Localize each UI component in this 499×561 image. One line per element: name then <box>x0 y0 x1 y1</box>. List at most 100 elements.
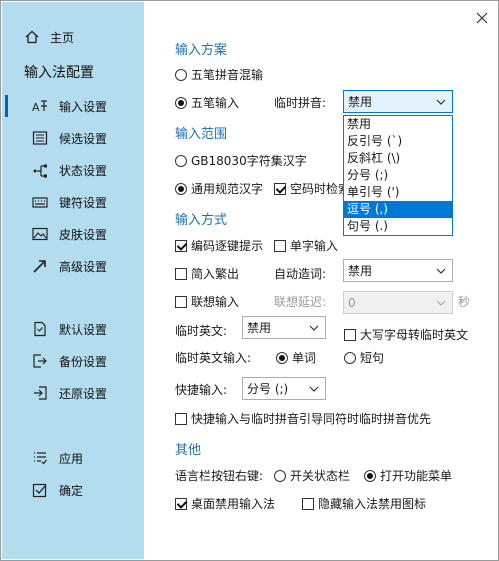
radio-word[interactable]: 单词 <box>276 349 316 366</box>
radio-button[interactable] <box>344 351 356 364</box>
status-icon <box>32 162 48 178</box>
ok-label: 确定 <box>59 483 84 498</box>
temp-en-select[interactable]: 禁用 <box>242 316 326 339</box>
document-icon <box>32 321 48 337</box>
sidebar-item-advanced-settings[interactable]: 高级设置 <box>2 253 144 279</box>
radio-button[interactable] <box>364 469 376 482</box>
checkbox-encode-hint[interactable]: 编码逐键提示 <box>175 237 263 254</box>
dropdown-option[interactable]: 反斜杠 (\) <box>344 150 452 167</box>
checkbox-caps-to-en[interactable]: 大写字母转临时英文 <box>344 326 468 343</box>
select-value: 0 <box>348 295 356 310</box>
checkbox[interactable] <box>175 412 187 425</box>
sidebar-item-label: 默认设置 <box>59 322 108 337</box>
quick-input-select[interactable]: 分号 (;) <box>242 377 326 400</box>
export-icon <box>32 353 48 369</box>
quick-input-label: 快捷输入: <box>175 383 228 397</box>
checkbox-label: 简入繁出 <box>191 267 240 281</box>
sidebar-item-default-settings[interactable]: 默认设置 <box>2 316 144 342</box>
radio-wubi-pinyin[interactable]: 五笔拼音混输 <box>175 66 263 83</box>
sidebar-item-label: 键符设置 <box>59 195 108 210</box>
sidebar-item-input-settings[interactable]: A 输入设置 <box>2 93 144 119</box>
checkbox-quick-priority[interactable]: 快捷输入与临时拼音引导同符时临时拼音优先 <box>175 410 431 427</box>
section-header-scheme: 输入方案 <box>175 43 228 58</box>
temp-en-label: 临时英文: <box>175 324 228 338</box>
assoc-delay-select[interactable]: 0 <box>343 291 453 314</box>
radio-sentence[interactable]: 短句 <box>344 349 384 366</box>
checkbox-assoc-input[interactable]: 联想输入 <box>175 293 239 310</box>
chevron-down-icon <box>436 300 446 306</box>
select-value: 禁用 <box>348 264 373 278</box>
apply-button[interactable]: 应用 <box>2 445 144 471</box>
chevron-down-icon <box>436 99 446 105</box>
arrow-icon <box>32 258 48 274</box>
radio-button[interactable] <box>274 469 286 482</box>
checkbox[interactable] <box>274 182 286 195</box>
assoc-delay-unit: 秒 <box>458 295 471 309</box>
radio-open-menu[interactable]: 打开功能菜单 <box>364 467 452 484</box>
checkbox[interactable] <box>175 267 187 280</box>
dropdown-option[interactable]: 禁用 <box>344 116 452 133</box>
checkbox-desktop-disable[interactable]: 桌面禁用输入法 <box>175 495 275 512</box>
sidebar-item-candidate-settings[interactable]: 候选设置 <box>2 125 144 151</box>
chevron-down-icon <box>436 268 446 274</box>
radio-label: 单词 <box>292 351 317 365</box>
section-header-other: 其他 <box>175 443 202 458</box>
apply-label: 应用 <box>59 451 84 466</box>
settings-window: 主页 输入法配置 A 输入设置 候选设置 状态设置 键符设置 皮肤设置 高级设置… <box>0 0 499 561</box>
checkbox-label: 桌面禁用输入法 <box>191 497 276 511</box>
checkbox[interactable] <box>344 328 356 341</box>
section-header-range: 输入范围 <box>175 127 228 142</box>
checkbox[interactable] <box>175 497 187 510</box>
select-value: 分号 (;) <box>247 382 289 396</box>
sidebar-item-label: 还原设置 <box>59 386 108 401</box>
image-icon <box>32 226 48 242</box>
checkbox[interactable] <box>302 497 314 510</box>
radio-label: 短句 <box>360 351 385 365</box>
temp-pinyin-label: 临时拼音: <box>274 96 327 110</box>
checkbox-empty-code[interactable]: 空码时检索 <box>274 180 350 197</box>
sidebar-item-status-settings[interactable]: 状态设置 <box>2 157 144 183</box>
radio-label: 打开功能菜单 <box>380 469 453 483</box>
radio-gb18030[interactable]: GB18030字符集汉字 <box>175 152 307 169</box>
radio-button[interactable] <box>175 96 187 109</box>
radio-button[interactable] <box>276 351 288 364</box>
dropdown-option[interactable]: 分号 (;) <box>344 167 452 184</box>
checkbox-single-char[interactable]: 单字输入 <box>274 237 338 254</box>
sidebar-item-restore-settings[interactable]: 还原设置 <box>2 380 144 406</box>
checkbox-simp-trad[interactable]: 简入繁出 <box>175 265 239 282</box>
radio-label: 开关状态栏 <box>290 469 351 483</box>
temp-pinyin-dropdown: 禁用 反引号 (`) 反斜杠 (\) 分号 (;) 单引号 (') 逗号 (,)… <box>343 115 453 236</box>
temp-pinyin-select[interactable]: 禁用 <box>343 90 453 113</box>
sidebar-item-label: 候选设置 <box>59 131 108 146</box>
checkbox[interactable] <box>274 239 286 252</box>
sidebar-item-backup-settings[interactable]: 备份设置 <box>2 348 144 374</box>
radio-common-chars[interactable]: 通用规范汉字 <box>175 180 263 197</box>
checkbox[interactable] <box>175 295 187 308</box>
dropdown-option-highlighted[interactable]: 逗号 (,) <box>344 201 452 218</box>
checkbox[interactable] <box>175 239 187 252</box>
sidebar-item-skin-settings[interactable]: 皮肤设置 <box>2 221 144 247</box>
dropdown-option[interactable]: 单引号 (') <box>344 184 452 201</box>
keyboard-icon <box>32 194 48 210</box>
import-icon <box>32 385 48 401</box>
radio-button[interactable] <box>175 68 187 81</box>
radio-wubi[interactable]: 五笔输入 <box>175 94 239 111</box>
home-icon <box>24 29 40 45</box>
radio-toggle-status[interactable]: 开关状态栏 <box>274 467 350 484</box>
radio-button[interactable] <box>175 182 187 195</box>
checkbox-hide-icon[interactable]: 隐藏输入法禁用图标 <box>302 495 426 512</box>
radio-button[interactable] <box>175 154 187 167</box>
dropdown-option[interactable]: 反引号 (`) <box>344 133 452 150</box>
chevron-down-icon <box>309 386 319 392</box>
checkbox-label: 单字输入 <box>290 239 339 253</box>
right-click-label: 语言栏按钮右键: <box>175 469 264 483</box>
sidebar: 主页 输入法配置 A 输入设置 候选设置 状态设置 键符设置 皮肤设置 高级设置… <box>2 2 144 559</box>
checkbox-label: 编码逐键提示 <box>191 239 264 253</box>
sidebar-item-key-settings[interactable]: 键符设置 <box>2 189 144 215</box>
dropdown-option[interactable]: 句号 (.) <box>344 218 452 235</box>
ok-button[interactable]: 确定 <box>2 477 144 503</box>
auto-word-select[interactable]: 禁用 <box>343 259 453 282</box>
sidebar-home[interactable]: 主页 <box>2 24 144 50</box>
sidebar-item-label: 皮肤设置 <box>59 227 108 242</box>
radio-label: 通用规范汉字 <box>191 182 264 196</box>
